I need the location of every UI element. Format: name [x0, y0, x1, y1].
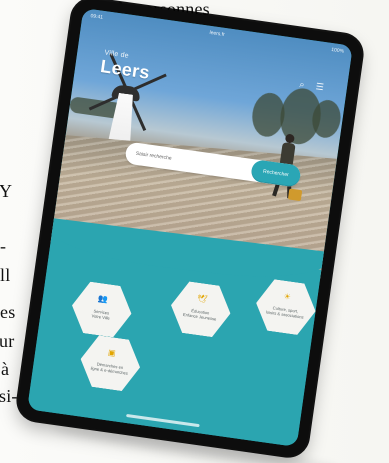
background-text-fragment: es — [0, 302, 16, 322]
status-time: 09:41 — [90, 13, 104, 21]
search-icon[interactable]: ⌕ — [296, 79, 307, 91]
bird-icon: 🕊 — [196, 293, 208, 305]
page: de personnes Y - ll es ur à si- 09:41 le… — [0, 0, 389, 463]
background-text-fragment: Y — [0, 181, 13, 201]
battery-indicator: 100% — [330, 46, 345, 55]
status-url: leers.fr — [209, 29, 226, 38]
background-text-fragment: ll — [0, 265, 11, 285]
tablet: 09:41 leers.fr 100% Ville de Leers ⌕ ☰ S… — [15, 0, 365, 459]
background-text-fragment: à — [1, 359, 10, 379]
tablet-screen: 09:41 leers.fr 100% Ville de Leers ⌕ ☰ S… — [27, 8, 353, 447]
quick-link-label: Démarches en ligne & e-démarches — [90, 361, 129, 376]
quick-link-label: Culture, sport, loisirs & associations — [265, 305, 305, 320]
people-icon: 👥 — [97, 293, 109, 305]
teal-panel — [27, 231, 322, 447]
background-text-fragment: - — [0, 236, 7, 256]
quick-link-label: Services Votre Ville — [91, 308, 111, 321]
background-text-fragment: ur — [0, 331, 15, 351]
sun-icon: ☀ — [283, 291, 292, 302]
quick-link-label: Éducation Enfance Jeunesse — [182, 308, 217, 322]
basket-icon — [287, 188, 303, 202]
header-actions: ⌕ ☰ — [296, 79, 325, 94]
form-icon: ▣ — [107, 347, 117, 358]
background-text-fragment: si- — [0, 386, 18, 406]
tablet-frame: 09:41 leers.fr 100% Ville de Leers ⌕ ☰ S… — [15, 0, 365, 459]
menu-icon[interactable]: ☰ — [314, 81, 325, 93]
